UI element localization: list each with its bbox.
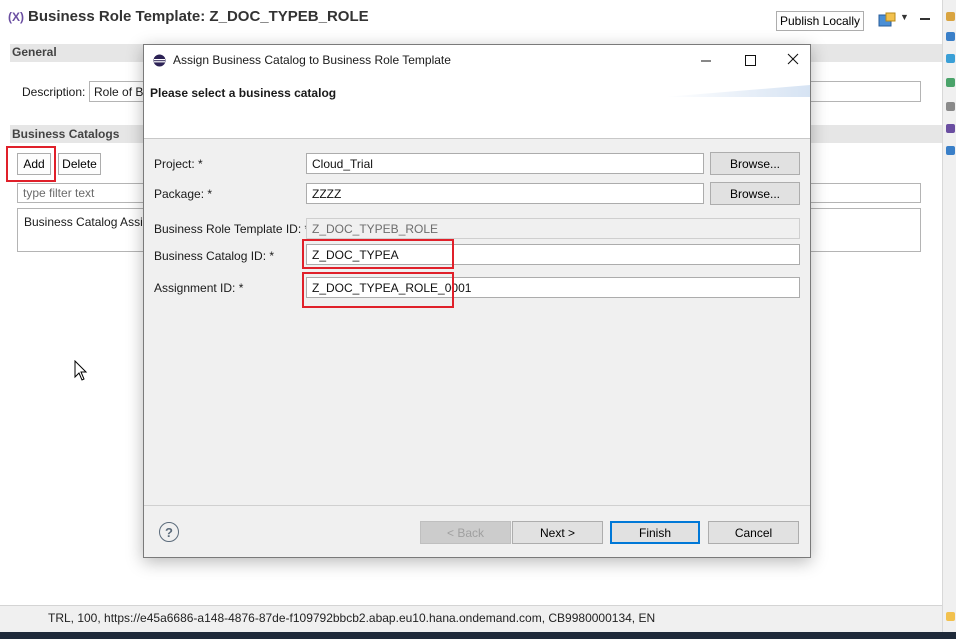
business-catalog-id-input[interactable] [306, 244, 800, 265]
cancel-button[interactable]: Cancel [708, 521, 799, 544]
assignment-id-input[interactable] [306, 277, 800, 298]
minimize-editor-icon[interactable] [920, 18, 930, 20]
toolbar-tools-icon[interactable] [878, 12, 896, 28]
finish-button[interactable]: Finish [610, 521, 700, 544]
dialog-title: Assign Business Catalog to Business Role… [173, 53, 451, 67]
business-catalog-id-label: Business Catalog ID: * [154, 249, 275, 263]
chevron-down-icon[interactable]: ▼ [900, 12, 909, 22]
close-icon[interactable] [778, 51, 808, 69]
status-bar: TRL, 100, https://e45a6686-a148-4876-87d… [0, 605, 942, 632]
outline-view-icon[interactable] [946, 12, 955, 21]
project-browse-button[interactable]: Browse... [710, 152, 800, 175]
right-tool-strip [942, 0, 956, 639]
add-button[interactable]: Add [17, 153, 51, 175]
minimize-icon[interactable] [691, 52, 721, 70]
business-role-template-id-input [306, 218, 800, 239]
back-button[interactable]: < Back [420, 521, 511, 544]
package-browse-button[interactable]: Browse... [710, 182, 800, 205]
publish-locally-button[interactable]: Publish Locally [776, 11, 864, 31]
feed-view-icon[interactable] [946, 54, 955, 63]
package-label: Package: * [154, 187, 213, 201]
banner-graphic [664, 85, 810, 97]
delete-button[interactable]: Delete [58, 153, 101, 175]
notification-icon[interactable] [946, 612, 955, 621]
next-button[interactable]: Next > [512, 521, 603, 544]
wizard-heading: Please select a business catalog [150, 86, 337, 100]
variables-view-icon[interactable] [946, 124, 955, 133]
description-label: Description: [22, 85, 86, 99]
table-row[interactable]: Business Catalog Assig [24, 215, 149, 229]
editor-title: Business Role Template: Z_DOC_TYPEB_ROLE [28, 8, 369, 25]
assign-business-catalog-dialog: Assign Business Catalog to Business Role… [143, 44, 811, 558]
problems-view-icon[interactable] [946, 78, 955, 87]
help-icon[interactable]: ? [159, 522, 179, 542]
wizard-banner: Please select a business catalog [144, 75, 810, 139]
project-label: Project: * [154, 157, 203, 171]
maximize-icon[interactable] [735, 52, 765, 70]
role-template-icon: (X) [8, 10, 24, 24]
project-input[interactable] [306, 153, 704, 174]
package-input[interactable] [306, 183, 704, 204]
os-taskbar [0, 632, 956, 639]
dialog-title-bar[interactable]: Assign Business Catalog to Business Role… [144, 45, 810, 75]
general-section-title: General [12, 45, 57, 59]
status-text: TRL, 100, https://e45a6686-a148-4876-87d… [48, 611, 656, 625]
dialog-separator [144, 505, 810, 506]
mouse-pointer-icon [74, 360, 88, 381]
assignment-id-label: Assignment ID: * [154, 281, 244, 295]
business-catalogs-section-title: Business Catalogs [12, 127, 120, 141]
business-role-template-id-label: Business Role Template ID: * [154, 222, 310, 236]
search-view-icon[interactable] [946, 146, 955, 155]
properties-view-icon[interactable] [946, 32, 955, 41]
eclipse-icon [153, 54, 166, 67]
console-view-icon[interactable] [946, 102, 955, 111]
